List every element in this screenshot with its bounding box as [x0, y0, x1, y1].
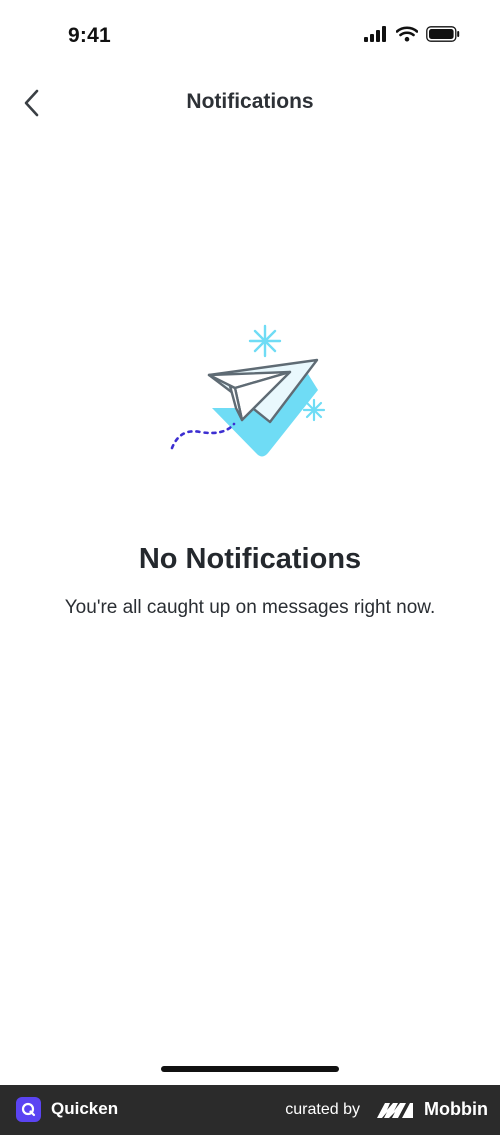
- status-time: 9:41: [68, 24, 111, 47]
- paper-plane-illustration: [170, 324, 326, 457]
- wifi-icon: [396, 26, 418, 42]
- mobbin-brand: Mobbin: [424, 1099, 488, 1119]
- quicken-logo-icon: [16, 1097, 41, 1122]
- cellular-signal-icon: [364, 26, 386, 42]
- sparkle-large-icon: [248, 324, 282, 358]
- nav-bar: Notifications: [0, 78, 500, 128]
- empty-state-subtitle: You're all caught up on messages right n…: [64, 597, 436, 618]
- attribution-footer: Quicken curated by Mobbin: [0, 1085, 500, 1135]
- battery-icon: [426, 26, 460, 42]
- status-bar: 9:41: [0, 0, 500, 70]
- flight-trail: [170, 422, 236, 450]
- sparkle-small-icon: [302, 398, 326, 422]
- status-icons: [364, 26, 460, 42]
- mobbin-logo-icon: [377, 1103, 413, 1118]
- page-title: Notifications: [186, 90, 314, 113]
- app-name: Quicken: [51, 1099, 119, 1118]
- empty-state-title: No Notifications: [138, 543, 362, 575]
- home-indicator: [161, 1066, 339, 1072]
- curated-by-label: curated by: [285, 1101, 360, 1118]
